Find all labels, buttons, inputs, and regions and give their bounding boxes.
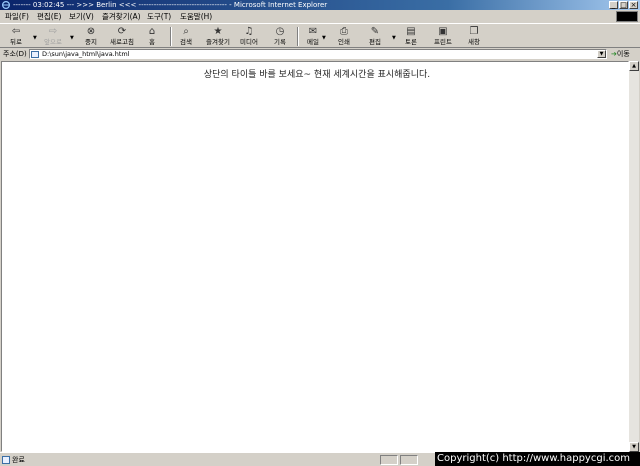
ie-logo-icon [2, 1, 10, 9]
history-button[interactable]: ◷ 기록 [271, 26, 289, 48]
search-button[interactable]: ⌕ 검색 [177, 26, 195, 48]
stop-icon: ⊗ [86, 26, 96, 37]
mail-dropdown-icon[interactable]: ▼ [322, 35, 326, 41]
mail-button[interactable]: ✉ 메일 [304, 26, 322, 48]
address-bar: 주소(D) D:\sun\java_html\java.html ▼ ➔이동 [0, 48, 640, 60]
menu-help[interactable]: 도움말(H) [180, 12, 212, 21]
menu-file[interactable]: 파일(F) [5, 12, 29, 21]
status-text: 완료 [12, 456, 25, 464]
refresh-button[interactable]: ⟳ 새로고침 [107, 26, 137, 48]
home-button[interactable]: ⌂ 홈 [144, 26, 160, 48]
menu-favorites[interactable]: 즐겨찾기(A) [102, 12, 141, 21]
menu-tools[interactable]: 도구(T) [147, 12, 171, 21]
refresh-icon: ⟳ [117, 26, 127, 37]
maximize-button[interactable]: □ [619, 1, 628, 9]
windows-logo [616, 11, 638, 22]
page-content: 상단의 타이틀 바를 보세요~ 현재 세계시간을 표시해줍니다. [1, 61, 629, 452]
media-icon: ♫ [244, 26, 254, 37]
mail-icon: ✉ [308, 26, 318, 37]
window-title: ------- 03:02:45 --- >>> Berlin <<< ----… [13, 1, 328, 9]
scroll-up-button[interactable]: ▲ [629, 61, 639, 71]
forward-arrow-icon: ⇨ [48, 26, 58, 37]
search-icon: ⌕ [183, 26, 189, 37]
history-icon: ◷ [275, 26, 285, 37]
discuss-icon: ▤ [406, 26, 416, 37]
address-input[interactable]: D:\sun\java_html\java.html ▼ [29, 49, 607, 59]
menu-edit[interactable]: 편집(E) [37, 12, 61, 21]
edit-dropdown-icon[interactable]: ▼ [392, 35, 396, 41]
page-icon [31, 51, 39, 58]
minimize-button[interactable]: _ [609, 1, 618, 9]
favorites-icon: ★ [213, 26, 223, 37]
forward-dropdown-icon[interactable]: ▼ [70, 35, 74, 41]
go-button[interactable]: ➔이동 [611, 49, 630, 59]
back-arrow-icon: ⇦ [11, 26, 21, 37]
menu-view[interactable]: 보기(V) [69, 12, 94, 21]
status-cell [400, 455, 418, 465]
stop-button[interactable]: ⊗ 중지 [82, 26, 100, 48]
menu-bar: 파일(F) 편집(E) 보기(V) 즐겨찾기(A) 도구(T) 도움말(H) [0, 10, 640, 23]
toolbar: ⇦ 뒤로 ▼ ⇨ 앞으로 ▼ ⊗ 중지 ⟳ 새로고침 ⌂ 홈 ⌕ 검색 ★ 즐겨… [0, 23, 640, 48]
discuss-button[interactable]: ▤ 토론 [402, 26, 420, 48]
status-cell [380, 455, 398, 465]
close-button[interactable]: × [629, 1, 638, 9]
printer-icon: ▣ [438, 26, 448, 37]
page-message: 상단의 타이틀 바를 보세요~ 현재 세계시간을 표시해줍니다. [203, 70, 431, 80]
favorites-button[interactable]: ★ 즐겨찾기 [203, 26, 233, 48]
address-label: 주소(D) [3, 50, 27, 58]
toolbar-separator [170, 27, 172, 46]
edit-button[interactable]: ✎ 편집 [366, 26, 384, 48]
back-button[interactable]: ⇦ 뒤로 [5, 26, 27, 48]
new-window-button[interactable]: ❐ 새창 [465, 26, 483, 48]
address-dropdown-button[interactable]: ▼ [597, 50, 606, 58]
vertical-scrollbar[interactable]: ▲ ▼ [629, 61, 639, 452]
forward-button[interactable]: ⇨ 앞으로 [40, 26, 66, 48]
new-window-icon: ❐ [469, 26, 479, 37]
printer-button[interactable]: ▣ 프린트 [431, 26, 455, 48]
copyright-watermark: Copyright(c) http://www.happycgi.com [435, 452, 640, 466]
print-icon: ⎙ [340, 26, 348, 37]
print-button[interactable]: ⎙ 인쇄 [335, 26, 353, 48]
toolbar-separator [297, 27, 299, 46]
media-button[interactable]: ♫ 미디어 [237, 26, 261, 48]
title-bar[interactable]: ------- 03:02:45 --- >>> Berlin <<< ----… [0, 0, 640, 10]
page-done-icon [2, 456, 10, 464]
scroll-down-button[interactable]: ▼ [629, 442, 639, 452]
address-url: D:\sun\java_html\java.html [42, 50, 130, 58]
back-dropdown-icon[interactable]: ▼ [33, 35, 37, 41]
home-icon: ⌂ [148, 26, 156, 37]
edit-icon: ✎ [370, 26, 380, 37]
